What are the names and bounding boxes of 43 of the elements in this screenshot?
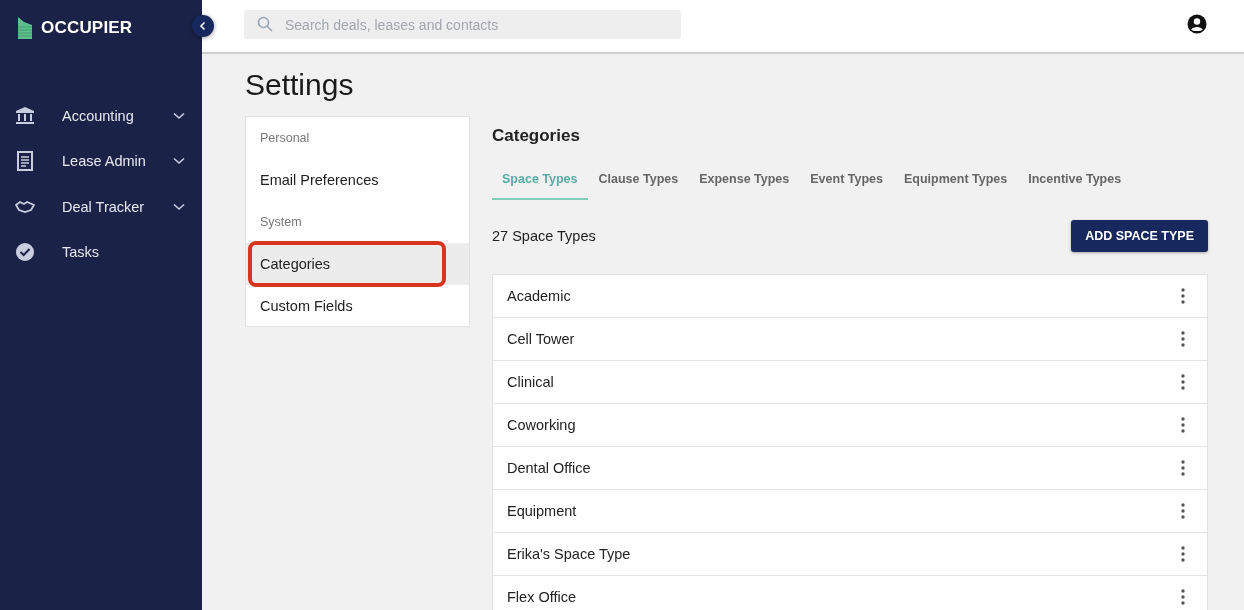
list-item: Dental Office <box>507 460 591 476</box>
chevron-left-icon <box>198 21 208 31</box>
search-field[interactable]: Search deals, leases and contacts <box>244 10 681 39</box>
sidebar-item[interactable]: Accounting <box>0 93 202 139</box>
list-item: Erika's Space Type <box>507 546 631 562</box>
add-button[interactable]: ADD SPACE TYPE <box>1071 220 1208 252</box>
brand-name: OCCUPIER <box>41 18 133 38</box>
bank-icon <box>15 105 35 126</box>
list-item: Coworking <box>507 417 576 433</box>
menu-heading: System <box>259 214 303 231</box>
more-icon[interactable] <box>1181 460 1185 476</box>
sidebar-item[interactable]: Lease Admin <box>0 138 202 184</box>
more-icon[interactable] <box>1181 288 1185 304</box>
more-icon[interactable] <box>1181 417 1185 433</box>
list-item: Cell Tower <box>507 331 575 347</box>
logo-icon <box>18 17 32 39</box>
more-icon[interactable] <box>1181 546 1185 562</box>
page-title: Settings <box>245 68 355 102</box>
sidebar-item[interactable]: Deal Tracker <box>0 184 202 230</box>
tab[interactable]: Clause Types <box>588 172 689 200</box>
menu-heading: Personal <box>259 130 311 147</box>
tab[interactable]: Equipment Types <box>894 172 1018 200</box>
account-icon[interactable] <box>1187 13 1207 34</box>
collapse-button[interactable] <box>192 15 214 37</box>
tab[interactable]: Expense Types <box>689 172 800 200</box>
item-count: 27 Space Types <box>492 228 596 244</box>
list-item: Clinical <box>507 374 554 390</box>
settings-menu-item[interactable]: Email Preferences <box>246 159 469 201</box>
settings-menu-item[interactable]: Categories <box>246 243 469 285</box>
settings-menu-item[interactable]: Custom Fields <box>246 285 469 327</box>
more-icon[interactable] <box>1181 331 1185 347</box>
section-title: Categories <box>492 126 581 147</box>
list-item: Flex Office <box>507 589 577 605</box>
tab[interactable]: Incentive Types <box>1018 172 1132 200</box>
sidebar-item[interactable]: Tasks <box>0 229 202 275</box>
more-icon[interactable] <box>1181 589 1185 605</box>
list-item: Academic <box>507 288 571 304</box>
more-icon[interactable] <box>1181 503 1185 519</box>
more-icon[interactable] <box>1181 374 1185 390</box>
list-item: Equipment <box>507 503 577 519</box>
tab[interactable]: Event Types <box>800 172 893 200</box>
document-icon <box>15 151 35 172</box>
check-circle-icon <box>15 242 35 263</box>
